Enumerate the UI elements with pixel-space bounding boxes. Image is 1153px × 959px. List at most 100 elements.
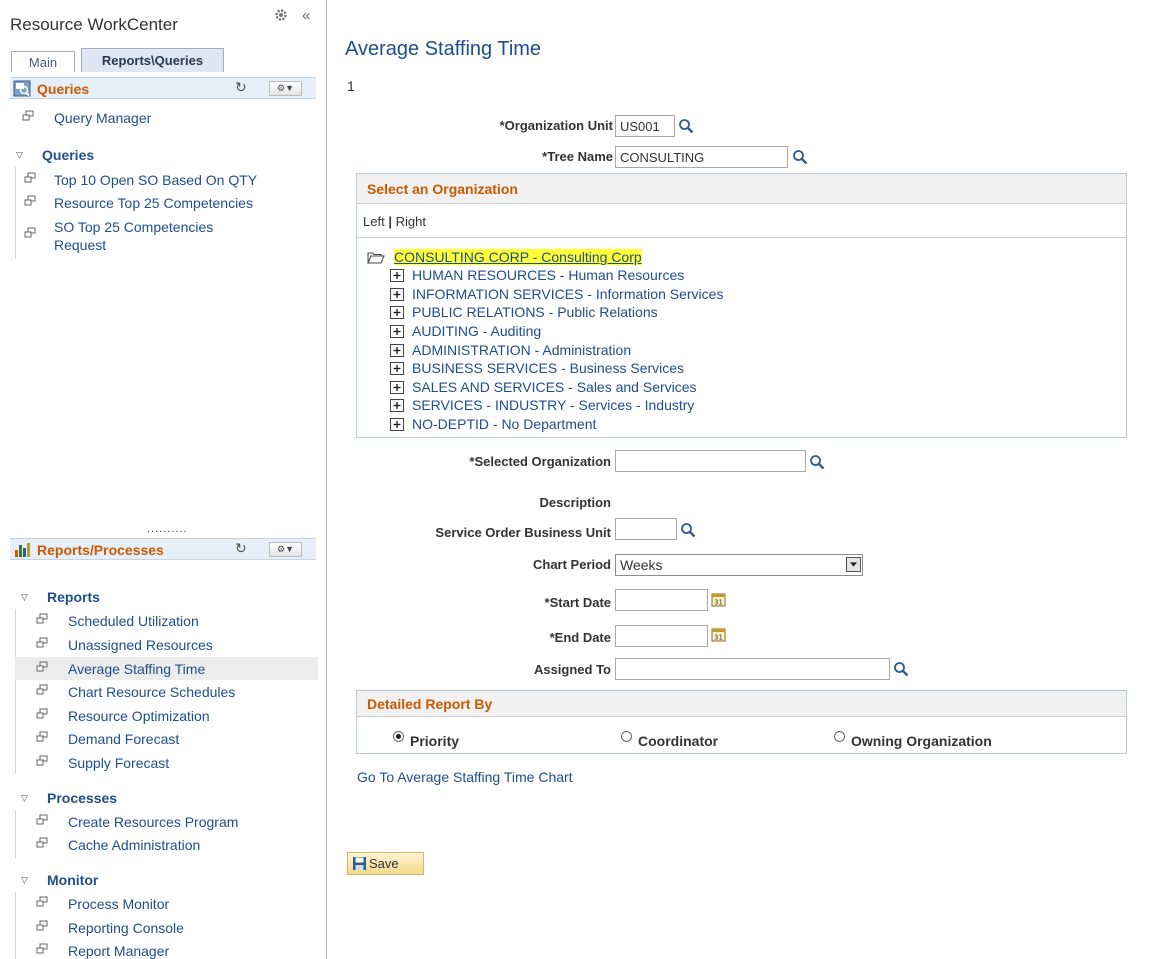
radio-coordinator[interactable] [621, 731, 632, 742]
dropdown-arrow-icon[interactable] [846, 557, 861, 572]
sidebar-item-so-top-25[interactable]: SO Top 25 Competencies [24, 219, 213, 238]
reports-section-header: Reports/Processes ↻ ⚙▼ [10, 538, 316, 560]
chart-period-select[interactable]: Weeks [615, 554, 863, 576]
radio-owning-organization[interactable] [834, 731, 845, 742]
sidebar-item-query-manager[interactable]: Query Manager [22, 110, 152, 126]
chart-period-label: Chart Period [532, 557, 611, 572]
tab-reports-queries[interactable]: Reports\Queries [81, 48, 224, 72]
radio-owning-organization-label: Owning Organization [851, 733, 992, 749]
sidebar-item-supply-forecast[interactable]: Supply Forecast [36, 755, 170, 771]
section-options-button[interactable]: ⚙▼ [269, 542, 302, 557]
tree-node-label[interactable]: SALES AND SERVICES - Sales and Services [412, 379, 697, 395]
sidebar-group-reports[interactable]: ▽ Reports [21, 589, 100, 605]
collapse-sidebar-icon[interactable]: « [302, 7, 310, 24]
tree-navigation: Left | Right [363, 214, 426, 229]
collapse-triangle-icon[interactable]: ▽ [21, 592, 28, 603]
sidebar-item-scheduled-utilization[interactable]: Scheduled Utilization [36, 613, 199, 629]
sidebar-item-so-top-25-line2[interactable]: Request [54, 237, 106, 253]
collapse-triangle-icon[interactable]: ▽ [21, 793, 28, 804]
radio-priority[interactable] [393, 731, 404, 742]
end-date-input[interactable] [615, 625, 708, 647]
expand-icon[interactable] [390, 362, 404, 375]
selected-org-input[interactable] [615, 450, 806, 472]
link-icon [22, 110, 34, 121]
expand-icon[interactable] [390, 399, 404, 412]
tree-node-label[interactable]: NO-DEPTID - No Department [412, 416, 596, 432]
sidebar-item-cache-administration[interactable]: Cache Administration [36, 837, 200, 853]
gear-icon[interactable] [274, 8, 288, 22]
save-button[interactable]: Save [347, 852, 424, 875]
sidebar-item-top-10-open-so[interactable]: Top 10 Open SO Based On QTY [24, 172, 257, 188]
tree-node-label[interactable]: BUSINESS SERVICES - Business Services [412, 360, 684, 376]
expand-icon[interactable] [390, 381, 404, 394]
lookup-icon[interactable] [893, 661, 909, 677]
link-icon [36, 837, 48, 848]
tree-node-label[interactable]: SERVICES - INDUSTRY - Services - Industr… [412, 397, 694, 413]
sidebar-group-processes[interactable]: ▽ Processes [21, 790, 117, 806]
sidebar-item-chart-resource-schedules[interactable]: Chart Resource Schedules [36, 684, 235, 700]
tab-main[interactable]: Main [11, 51, 75, 72]
sidebar-item-process-monitor[interactable]: Process Monitor [36, 896, 169, 912]
expand-icon[interactable] [390, 306, 404, 319]
tree-node-label[interactable]: PUBLIC RELATIONS - Public Relations [412, 304, 658, 320]
lookup-icon[interactable] [809, 454, 825, 470]
sidebar-item-reporting-console[interactable]: Reporting Console [36, 920, 184, 936]
select-organization-panel: Select an Organization Left | Right CONS… [356, 173, 1127, 438]
calendar-icon[interactable]: 31 [711, 592, 726, 607]
sidebar-group-queries[interactable]: ▽ Queries [16, 147, 94, 163]
sidebar-item-resource-top-25[interactable]: Resource Top 25 Competencies [24, 195, 253, 211]
start-date-input[interactable] [615, 589, 708, 611]
sidebar-item-label: Resource Top 25 Competencies [54, 195, 253, 211]
sidebar-item-label: Request [54, 237, 107, 253]
so-business-unit-label: Service Order Business Unit [435, 525, 611, 540]
bar-chart-icon [15, 543, 30, 557]
radio-priority-label: Priority [410, 733, 460, 749]
expand-icon[interactable] [390, 344, 404, 357]
lookup-icon[interactable] [680, 522, 696, 538]
sidebar-item-create-resources-program[interactable]: Create Resources Program [36, 814, 238, 830]
tree-root-label[interactable]: CONSULTING CORP - Consulting Corp [394, 249, 642, 265]
tree-node-label[interactable]: HUMAN RESOURCES - Human Resources [412, 267, 684, 283]
group-rule [15, 810, 16, 858]
link-icon [36, 814, 48, 825]
sidebar-item-label: Resource Optimization [68, 708, 210, 724]
assigned-to-input[interactable] [615, 658, 890, 680]
sidebar-item-unassigned-resources[interactable]: Unassigned Resources [36, 637, 213, 653]
tree-nav-left-link[interactable]: Left [363, 214, 385, 229]
refresh-icon[interactable]: ↻ [235, 79, 247, 96]
expand-icon[interactable] [390, 269, 404, 282]
tree-name-input[interactable] [615, 146, 788, 168]
expand-icon[interactable] [390, 418, 404, 431]
section-options-button[interactable]: ⚙▼ [269, 81, 302, 96]
tree-nav-right-link[interactable]: Right [396, 214, 426, 229]
tree-nav-separator: | [388, 214, 392, 229]
lookup-icon[interactable] [792, 149, 808, 165]
go-to-chart-link[interactable]: Go To Average Staffing Time Chart [357, 769, 573, 785]
link-icon [36, 661, 48, 672]
calendar-icon[interactable]: 31 [711, 627, 726, 642]
org-unit-input[interactable] [615, 115, 675, 137]
sidebar-item-report-manager[interactable]: Report Manager [36, 943, 169, 959]
link-icon [36, 637, 48, 648]
tree-node-label[interactable]: ADMINISTRATION - Administration [412, 342, 631, 358]
sidebar-item-average-staffing-time[interactable]: Average Staffing Time [36, 661, 205, 677]
expand-icon[interactable] [390, 325, 404, 338]
tree-node-label[interactable]: AUDITING - Auditing [412, 323, 541, 339]
queries-section-header: Queries ↻ ⚙▼ [10, 77, 316, 99]
reports-section-title: Reports/Processes [37, 542, 164, 558]
sidebar-item-resource-optimization[interactable]: Resource Optimization [36, 708, 210, 724]
so-business-unit-input[interactable] [615, 518, 677, 540]
sidebar-item-label: Supply Forecast [68, 755, 170, 771]
sidebar-item-label: Query Manager [54, 110, 152, 126]
sidebar-item-demand-forecast[interactable]: Demand Forecast [36, 731, 179, 747]
expand-icon[interactable] [390, 288, 404, 301]
sidebar-item-label: Reporting Console [68, 920, 184, 936]
collapse-triangle-icon[interactable]: ▽ [21, 875, 28, 886]
sidebar-group-monitor[interactable]: ▽ Monitor [21, 872, 98, 888]
refresh-icon[interactable]: ↻ [235, 540, 247, 557]
pane-resize-grip[interactable]: .......... [147, 523, 188, 535]
lookup-icon[interactable] [678, 118, 694, 134]
collapse-triangle-icon[interactable]: ▽ [16, 150, 23, 161]
tree-node-label[interactable]: INFORMATION SERVICES - Information Servi… [412, 286, 723, 302]
workcenter-title: Resource WorkCenter [10, 15, 178, 34]
